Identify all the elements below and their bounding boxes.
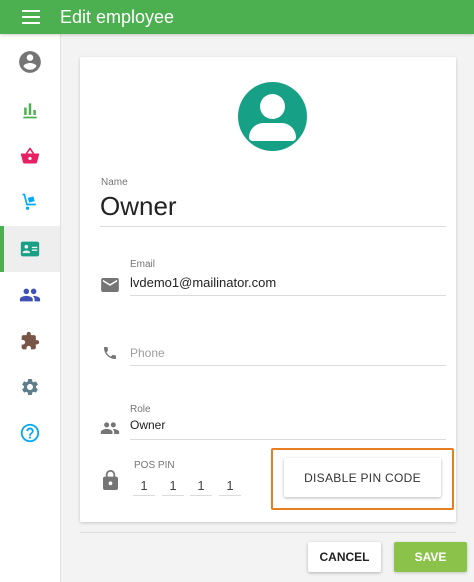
dolly-icon (22, 193, 36, 210)
sidebar-item-inventory[interactable] (0, 179, 60, 225)
page-title: Edit employee (60, 6, 175, 27)
people-icon (19, 288, 41, 302)
save-button[interactable]: SAVE (394, 542, 467, 572)
cancel-button[interactable]: CANCEL (308, 542, 381, 572)
email-underline (130, 295, 446, 296)
sidebar-item-integrations[interactable] (0, 318, 60, 364)
pin-digit-2[interactable]: 1 (162, 478, 184, 496)
employee-avatar-icon (238, 82, 307, 151)
bar-chart-icon (23, 103, 37, 119)
actions-divider (80, 532, 456, 533)
hamburger-menu-icon[interactable] (22, 10, 40, 24)
app-bar: Edit employee (0, 0, 474, 34)
phone-underline (130, 365, 446, 366)
sidebar-item-settings[interactable] (0, 364, 60, 410)
pin-digit-3[interactable]: 1 (190, 478, 212, 496)
sidebar-item-customers[interactable] (0, 272, 60, 318)
name-input[interactable]: Owner (100, 191, 177, 222)
name-label: Name (101, 177, 128, 188)
disable-pin-code-button[interactable]: DISABLE PIN CODE (284, 458, 441, 497)
phone-icon (104, 347, 116, 359)
sidebar-item-sales[interactable] (0, 133, 60, 179)
email-icon (101, 278, 119, 292)
account-circle-icon (19, 51, 41, 73)
sidebar-item-profile[interactable] (0, 39, 60, 85)
badge-icon (20, 241, 40, 257)
settings-icon (22, 379, 38, 395)
role-select[interactable]: Owner (130, 418, 165, 432)
puzzle-icon (21, 331, 40, 350)
pin-digit-4[interactable]: 1 (219, 478, 241, 496)
role-label: Role (130, 404, 151, 415)
sidebar-item-reports[interactable] (0, 87, 60, 133)
name-underline (100, 226, 446, 227)
email-label: Email (130, 259, 156, 270)
shopping-basket-icon (20, 147, 40, 164)
help-icon (20, 423, 40, 443)
sidebar-item-help[interactable] (0, 410, 60, 456)
email-input[interactable]: lvdemo1@mailinator.com (130, 275, 276, 290)
sidebar-item-employees[interactable] (0, 226, 60, 272)
pin-label: POS PIN (134, 460, 175, 471)
lock-icon (103, 470, 118, 490)
sidebar (0, 34, 61, 582)
role-people-icon (100, 422, 120, 434)
role-underline (130, 439, 446, 440)
phone-input[interactable]: Phone (130, 346, 165, 360)
pin-digit-1[interactable]: 1 (133, 478, 155, 496)
